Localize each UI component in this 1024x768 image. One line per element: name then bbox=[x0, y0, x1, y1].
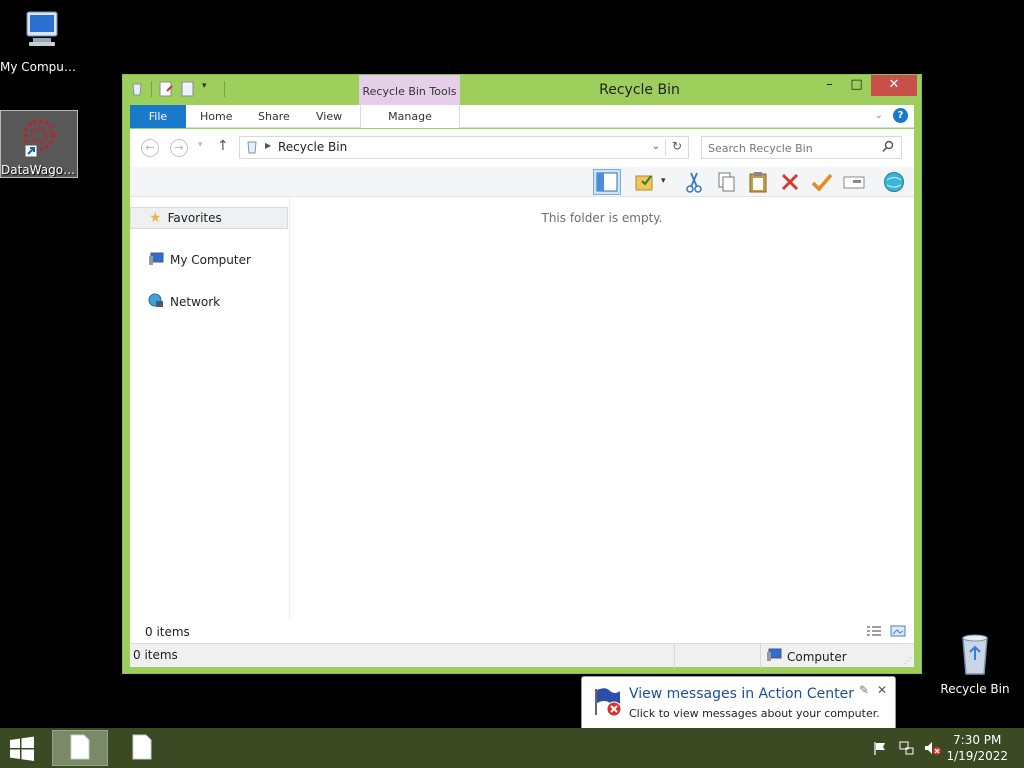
search-box[interactable] bbox=[701, 136, 902, 159]
window-title: Recycle Bin bbox=[599, 82, 680, 98]
status-divider bbox=[760, 644, 761, 668]
resize-grip-icon[interactable]: ⋰ bbox=[904, 656, 912, 665]
forward-button[interactable]: → bbox=[170, 139, 188, 157]
search-input[interactable] bbox=[708, 139, 878, 157]
tab-view[interactable]: View bbox=[316, 105, 342, 128]
nav-item-favorites[interactable]: ★ Favorites bbox=[130, 207, 288, 229]
address-dropdown-chevron-icon[interactable]: ⌄ bbox=[652, 141, 660, 152]
document-icon bbox=[131, 734, 153, 763]
action-center-flag-icon bbox=[592, 685, 624, 720]
desktop-icon-datawagon[interactable]: DataWagon... bbox=[0, 110, 78, 178]
clock-date: 1/19/2022 bbox=[946, 749, 1008, 763]
ribbon-tabs: File Home Share View Manage ⌄ ? bbox=[130, 105, 914, 128]
cut-button[interactable] bbox=[680, 169, 708, 195]
tab-file[interactable]: File bbox=[130, 105, 186, 128]
recycle-bin-icon bbox=[951, 630, 999, 678]
volume-muted-icon[interactable] bbox=[924, 740, 942, 759]
status-bar: 0 items Computer ⋰ bbox=[130, 643, 914, 668]
desktop-icon-label: DataWagon... bbox=[1, 163, 77, 177]
computer-icon bbox=[15, 8, 63, 56]
document-icon bbox=[69, 734, 91, 763]
view-switcher bbox=[866, 625, 906, 640]
search-icon[interactable] bbox=[882, 140, 895, 156]
navigation-bar: ← → ▾ ↑ ▶ Recycle Bin ⌄ ↻ bbox=[130, 129, 914, 167]
status-zone: Computer bbox=[766, 648, 847, 665]
back-button[interactable]: ← bbox=[141, 139, 159, 157]
datawagon-icon bbox=[15, 115, 63, 163]
details-bar: 0 items bbox=[130, 621, 914, 643]
network-icon bbox=[148, 293, 164, 312]
ribbon-help-area: ⌄ ? bbox=[875, 108, 908, 123]
network-tray-icon[interactable] bbox=[898, 740, 914, 759]
breadcrumb[interactable]: Recycle Bin bbox=[278, 137, 347, 158]
select-dropdown-chevron-icon[interactable]: ▾ bbox=[661, 176, 666, 186]
details-view-icon[interactable] bbox=[866, 625, 882, 640]
copy-button[interactable] bbox=[712, 169, 740, 195]
rename-button[interactable] bbox=[840, 169, 868, 195]
tab-manage[interactable]: Manage bbox=[360, 105, 460, 128]
action-center-tray-icon[interactable] bbox=[872, 740, 888, 759]
notification-body: Click to view messages about your comput… bbox=[629, 707, 880, 720]
refresh-icon[interactable]: ↻ bbox=[672, 139, 682, 153]
desktop-icon-label: Recycle Bin bbox=[940, 682, 1010, 696]
address-bar[interactable]: ▶ Recycle Bin ⌄ ↻ bbox=[239, 136, 689, 159]
computer-icon bbox=[148, 252, 164, 269]
delete-button[interactable] bbox=[776, 169, 804, 195]
large-icons-view-icon[interactable] bbox=[890, 625, 906, 640]
clock-time: 7:30 PM bbox=[953, 733, 1002, 747]
help-icon[interactable]: ? bbox=[893, 108, 908, 123]
paste-button[interactable] bbox=[744, 169, 772, 195]
options-wrench-icon[interactable]: ✎ bbox=[859, 683, 869, 697]
explorer-window: ▾ Recycle Bin Tools Recycle Bin – □ ✕ Fi… bbox=[122, 74, 922, 674]
system-tray bbox=[872, 740, 942, 759]
up-button[interactable]: ↑ bbox=[217, 138, 229, 154]
desktop-icon-label: My Computer bbox=[0, 60, 78, 74]
navigation-pane: ★ Favorites My Computer Network bbox=[130, 197, 290, 642]
action-center-notification[interactable]: View messages in Action Center Click to … bbox=[581, 676, 896, 730]
address-divider bbox=[665, 139, 666, 156]
nav-item-label: Favorites bbox=[167, 211, 222, 225]
maximize-button[interactable]: □ bbox=[843, 75, 870, 96]
status-divider bbox=[674, 644, 675, 668]
status-item-count: 0 items bbox=[133, 648, 178, 662]
taskbar-app-document[interactable] bbox=[52, 730, 108, 766]
start-button[interactable] bbox=[8, 736, 40, 762]
nav-item-my-computer[interactable]: My Computer bbox=[130, 249, 288, 271]
tab-home[interactable]: Home bbox=[200, 105, 232, 128]
notification-close-button[interactable]: ✕ bbox=[877, 683, 887, 697]
star-icon: ★ bbox=[149, 210, 162, 226]
breadcrumb-separator-icon[interactable]: ▶ bbox=[265, 141, 271, 150]
desktop-icon-recycle-bin[interactable]: Recycle Bin bbox=[936, 630, 1014, 696]
recent-locations-chevron-icon[interactable]: ▾ bbox=[198, 140, 203, 150]
nav-item-label: My Computer bbox=[170, 253, 251, 267]
notification-title[interactable]: View messages in Action Center bbox=[629, 686, 854, 702]
command-toolbar: ▾ bbox=[130, 167, 914, 197]
taskbar-clock[interactable]: 7:30 PM 1/19/2022 bbox=[946, 732, 1008, 764]
title-bar[interactable]: ▾ Recycle Bin Tools Recycle Bin – □ ✕ bbox=[123, 75, 921, 105]
properties-check-button[interactable] bbox=[808, 169, 836, 195]
preview-pane-button[interactable] bbox=[593, 169, 621, 195]
item-count: 0 items bbox=[145, 625, 190, 639]
taskbar-app-document[interactable] bbox=[114, 730, 170, 766]
tab-share[interactable]: Share bbox=[258, 105, 290, 128]
expand-ribbon-chevron-icon[interactable]: ⌄ bbox=[875, 110, 883, 121]
minimize-button[interactable]: – bbox=[816, 75, 843, 96]
nav-item-label: Network bbox=[170, 295, 221, 309]
desktop-icon-my-computer[interactable]: My Computer bbox=[0, 8, 78, 74]
taskbar: 7:30 PM 1/19/2022 bbox=[0, 728, 1024, 768]
empty-recycle-bin-button[interactable] bbox=[880, 169, 908, 195]
content-area: ★ Favorites My Computer Network This fol… bbox=[130, 197, 914, 642]
select-all-button[interactable] bbox=[631, 169, 659, 195]
nav-item-network[interactable]: Network bbox=[130, 291, 288, 313]
computer-icon bbox=[766, 648, 782, 665]
status-zone-label: Computer bbox=[787, 649, 847, 664]
empty-folder-message: This folder is empty. bbox=[541, 211, 663, 225]
recycle-bin-small-icon bbox=[245, 140, 259, 157]
close-button[interactable]: ✕ bbox=[871, 75, 917, 96]
